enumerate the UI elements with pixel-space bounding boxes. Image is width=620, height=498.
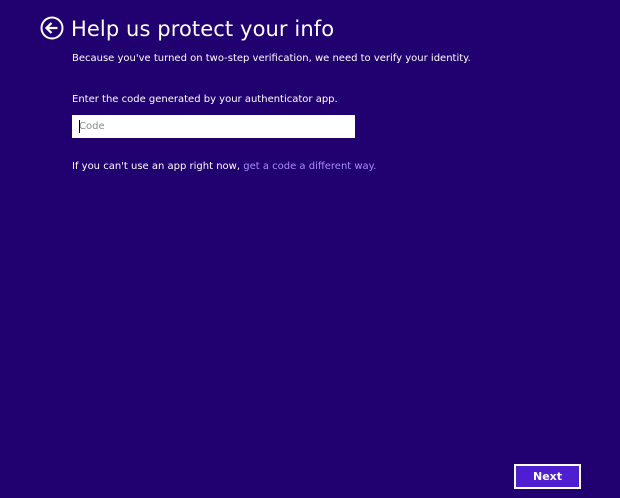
- page-subtitle: Because you've turned on two-step verifi…: [72, 53, 471, 64]
- code-prompt-label: Enter the code generated by your authent…: [72, 94, 338, 105]
- next-button[interactable]: Next: [514, 464, 581, 489]
- back-button[interactable]: [40, 16, 64, 40]
- text-caret: [79, 120, 80, 133]
- page-title: Help us protect your info: [71, 17, 335, 41]
- back-arrow-circle-icon: [40, 16, 64, 40]
- code-input[interactable]: [72, 115, 355, 138]
- different-way-link[interactable]: get a code a different way.: [243, 161, 376, 172]
- alternative-method-text: If you can't use an app right now, get a…: [72, 160, 376, 174]
- alternative-method-label: If you can't use an app right now,: [72, 161, 244, 172]
